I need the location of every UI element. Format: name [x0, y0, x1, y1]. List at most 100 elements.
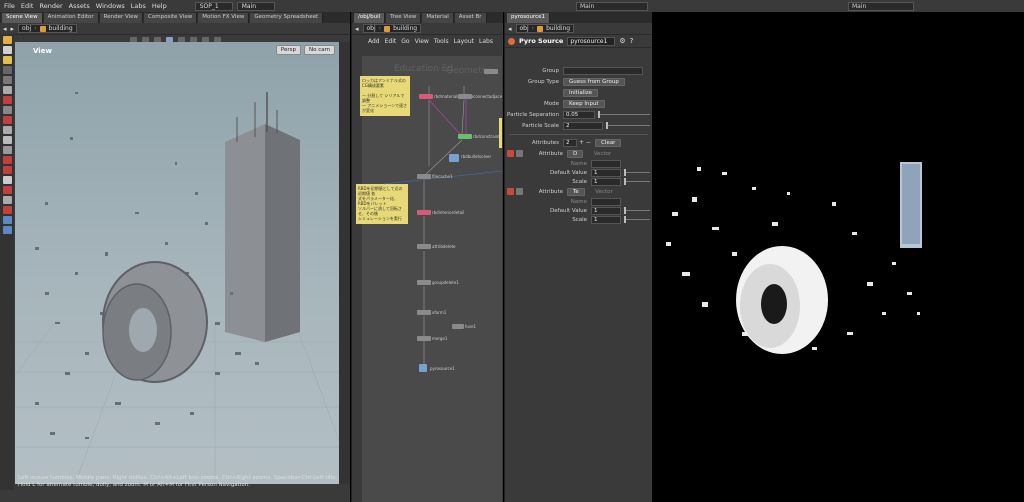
back-arrow-icon[interactable]: ◂ — [3, 25, 7, 33]
tab-scene-view[interactable]: Scene View — [2, 13, 43, 23]
parm-back-icon[interactable]: ◂ — [508, 25, 512, 33]
select-tool-icon[interactable] — [2, 36, 12, 44]
persp-icon[interactable] — [2, 176, 12, 184]
desktop-select[interactable]: SOP_1 — [194, 1, 233, 11]
attr2-attribute-select[interactable]: Te — [567, 187, 585, 196]
tab-pyrosource1[interactable]: pyrosource1 — [507, 13, 551, 23]
net-menu-labs[interactable]: Labs — [479, 38, 493, 45]
attr1-remove-icon[interactable] — [507, 150, 514, 157]
node-rbdbulletsolver[interactable] — [449, 154, 459, 162]
tab-render-view[interactable]: Render View — [99, 13, 144, 23]
camera-button[interactable]: No cam — [304, 45, 335, 55]
attr1-default-slider[interactable] — [624, 169, 650, 176]
parm-path[interactable]: obj › building — [515, 24, 575, 33]
attr1-default-field[interactable]: 1 — [591, 168, 621, 177]
attr2-insert-icon[interactable] — [516, 188, 523, 195]
menu-edit[interactable]: Edit — [21, 2, 34, 10]
attr1-scale-slider[interactable] — [624, 178, 650, 185]
group-type-select[interactable]: Guess from Group — [563, 77, 625, 86]
initialize-select[interactable]: Initialize — [563, 88, 599, 97]
group-field[interactable] — [563, 66, 643, 75]
particle-scale-slider[interactable] — [606, 122, 650, 129]
tab-tree-view[interactable]: Tree View — [386, 13, 422, 23]
node-groupdelete[interactable] — [417, 280, 431, 285]
network-canvas[interactable]: Education Ed Geometry ロッカはアンミナル式のCG構成要素 … — [354, 56, 502, 502]
persp-button[interactable]: Persp — [275, 45, 302, 55]
node-top[interactable] — [484, 69, 498, 74]
node-name-field[interactable]: pyrosource1 — [567, 36, 616, 46]
help-icon[interactable]: ? — [630, 37, 634, 45]
lock-icon[interactable] — [2, 86, 12, 94]
select-mode-icon[interactable] — [2, 226, 12, 234]
node-fuse[interactable] — [452, 324, 464, 329]
record-icon[interactable] — [2, 166, 12, 174]
handle-tool-icon[interactable] — [2, 76, 12, 84]
tab-network-obj[interactable]: /obj/buil — [354, 13, 386, 23]
node-xform[interactable] — [417, 310, 431, 315]
menu-windows[interactable]: Windows — [96, 2, 125, 10]
attributes-count-field[interactable]: 2 — [563, 138, 577, 147]
menu-help[interactable]: Help — [152, 2, 167, 10]
attr2-default-field[interactable]: 1 — [591, 206, 621, 215]
view-tool-icon[interactable] — [2, 106, 12, 114]
move-tool-icon[interactable] — [2, 46, 12, 54]
group-icon[interactable] — [2, 216, 12, 224]
snap-prim-icon[interactable] — [2, 136, 12, 144]
pose-tool-icon[interactable] — [2, 96, 12, 104]
net-menu-layout[interactable]: Layout — [454, 38, 474, 45]
main-select[interactable]: Main — [576, 1, 648, 11]
render-main-select[interactable]: Main — [848, 1, 914, 11]
magnet-red-icon[interactable] — [2, 206, 12, 214]
desktop2-select[interactable]: Main — [236, 1, 275, 11]
tab-material[interactable]: Material — [422, 13, 454, 23]
scale-tool-icon[interactable] — [2, 66, 12, 74]
particle-separation-field[interactable]: 0.05 — [563, 110, 595, 119]
node-rbdmaterialfracture[interactable] — [419, 94, 433, 99]
net-menu-edit[interactable]: Edit — [385, 38, 397, 45]
snap-multi-icon[interactable] — [2, 156, 12, 164]
network-path[interactable]: obj › building — [362, 24, 422, 33]
add-attribute-icon[interactable]: + — [579, 139, 584, 146]
node-filecache[interactable] — [417, 174, 431, 179]
menu-assets[interactable]: Assets — [69, 2, 90, 10]
forward-arrow-icon[interactable]: ▸ — [11, 25, 15, 33]
net-menu-view[interactable]: View — [415, 38, 429, 45]
attr2-remove-icon[interactable] — [507, 188, 514, 195]
attr2-scale-slider[interactable] — [624, 216, 650, 223]
gear-icon[interactable]: ⚙ — [619, 37, 625, 45]
node-attribdelete[interactable] — [417, 244, 431, 249]
attr2-name-field[interactable] — [591, 197, 621, 206]
node-rbdinteriordetail[interactable] — [417, 210, 431, 215]
mode-select[interactable]: Keep Input — [563, 99, 605, 108]
tab-geometry-spreadsheet[interactable]: Geometry Spreadsheet — [250, 13, 324, 23]
clear-button[interactable]: Clear — [595, 138, 622, 147]
scene-path[interactable]: obj › building — [18, 24, 77, 33]
magnet-icon[interactable] — [2, 116, 12, 124]
menu-render[interactable]: Render — [39, 2, 62, 10]
3d-viewport[interactable]: View Persp No cam — [15, 42, 339, 484]
snap-grid-icon[interactable] — [2, 126, 12, 134]
net-menu-go[interactable]: Go — [401, 38, 409, 45]
attr2-scale-field[interactable]: 1 — [591, 215, 621, 224]
attr2-default-slider[interactable] — [624, 207, 650, 214]
attr1-insert-icon[interactable] — [516, 150, 523, 157]
net-menu-add[interactable]: Add — [368, 38, 380, 45]
particle-scale-field[interactable]: 2 — [563, 121, 603, 130]
attr1-scale-field[interactable]: 1 — [591, 177, 621, 186]
node-connectadjacent[interactable] — [458, 94, 472, 99]
net-back-icon[interactable]: ◂ — [355, 25, 359, 33]
node-rbdconstraint[interactable] — [458, 134, 472, 139]
attr1-attribute-select[interactable]: D — [567, 149, 584, 158]
remove-attribute-icon[interactable]: − — [586, 139, 591, 146]
tab-motion-fx-view[interactable]: Motion FX View — [198, 13, 250, 23]
attr1-name-field[interactable] — [591, 159, 621, 168]
rotate-tool-icon[interactable] — [2, 56, 12, 64]
loop-icon[interactable] — [2, 186, 12, 194]
snap-point-icon[interactable] — [2, 146, 12, 154]
net-menu-tools[interactable]: Tools — [434, 38, 449, 45]
tab-animation-editor[interactable]: Animation Editor — [43, 13, 99, 23]
menu-labs[interactable]: Labs — [131, 2, 146, 10]
menu-file[interactable]: File — [4, 2, 15, 10]
tab-composite-view[interactable]: Composite View — [144, 13, 198, 23]
node-pyrosource[interactable] — [419, 364, 427, 372]
